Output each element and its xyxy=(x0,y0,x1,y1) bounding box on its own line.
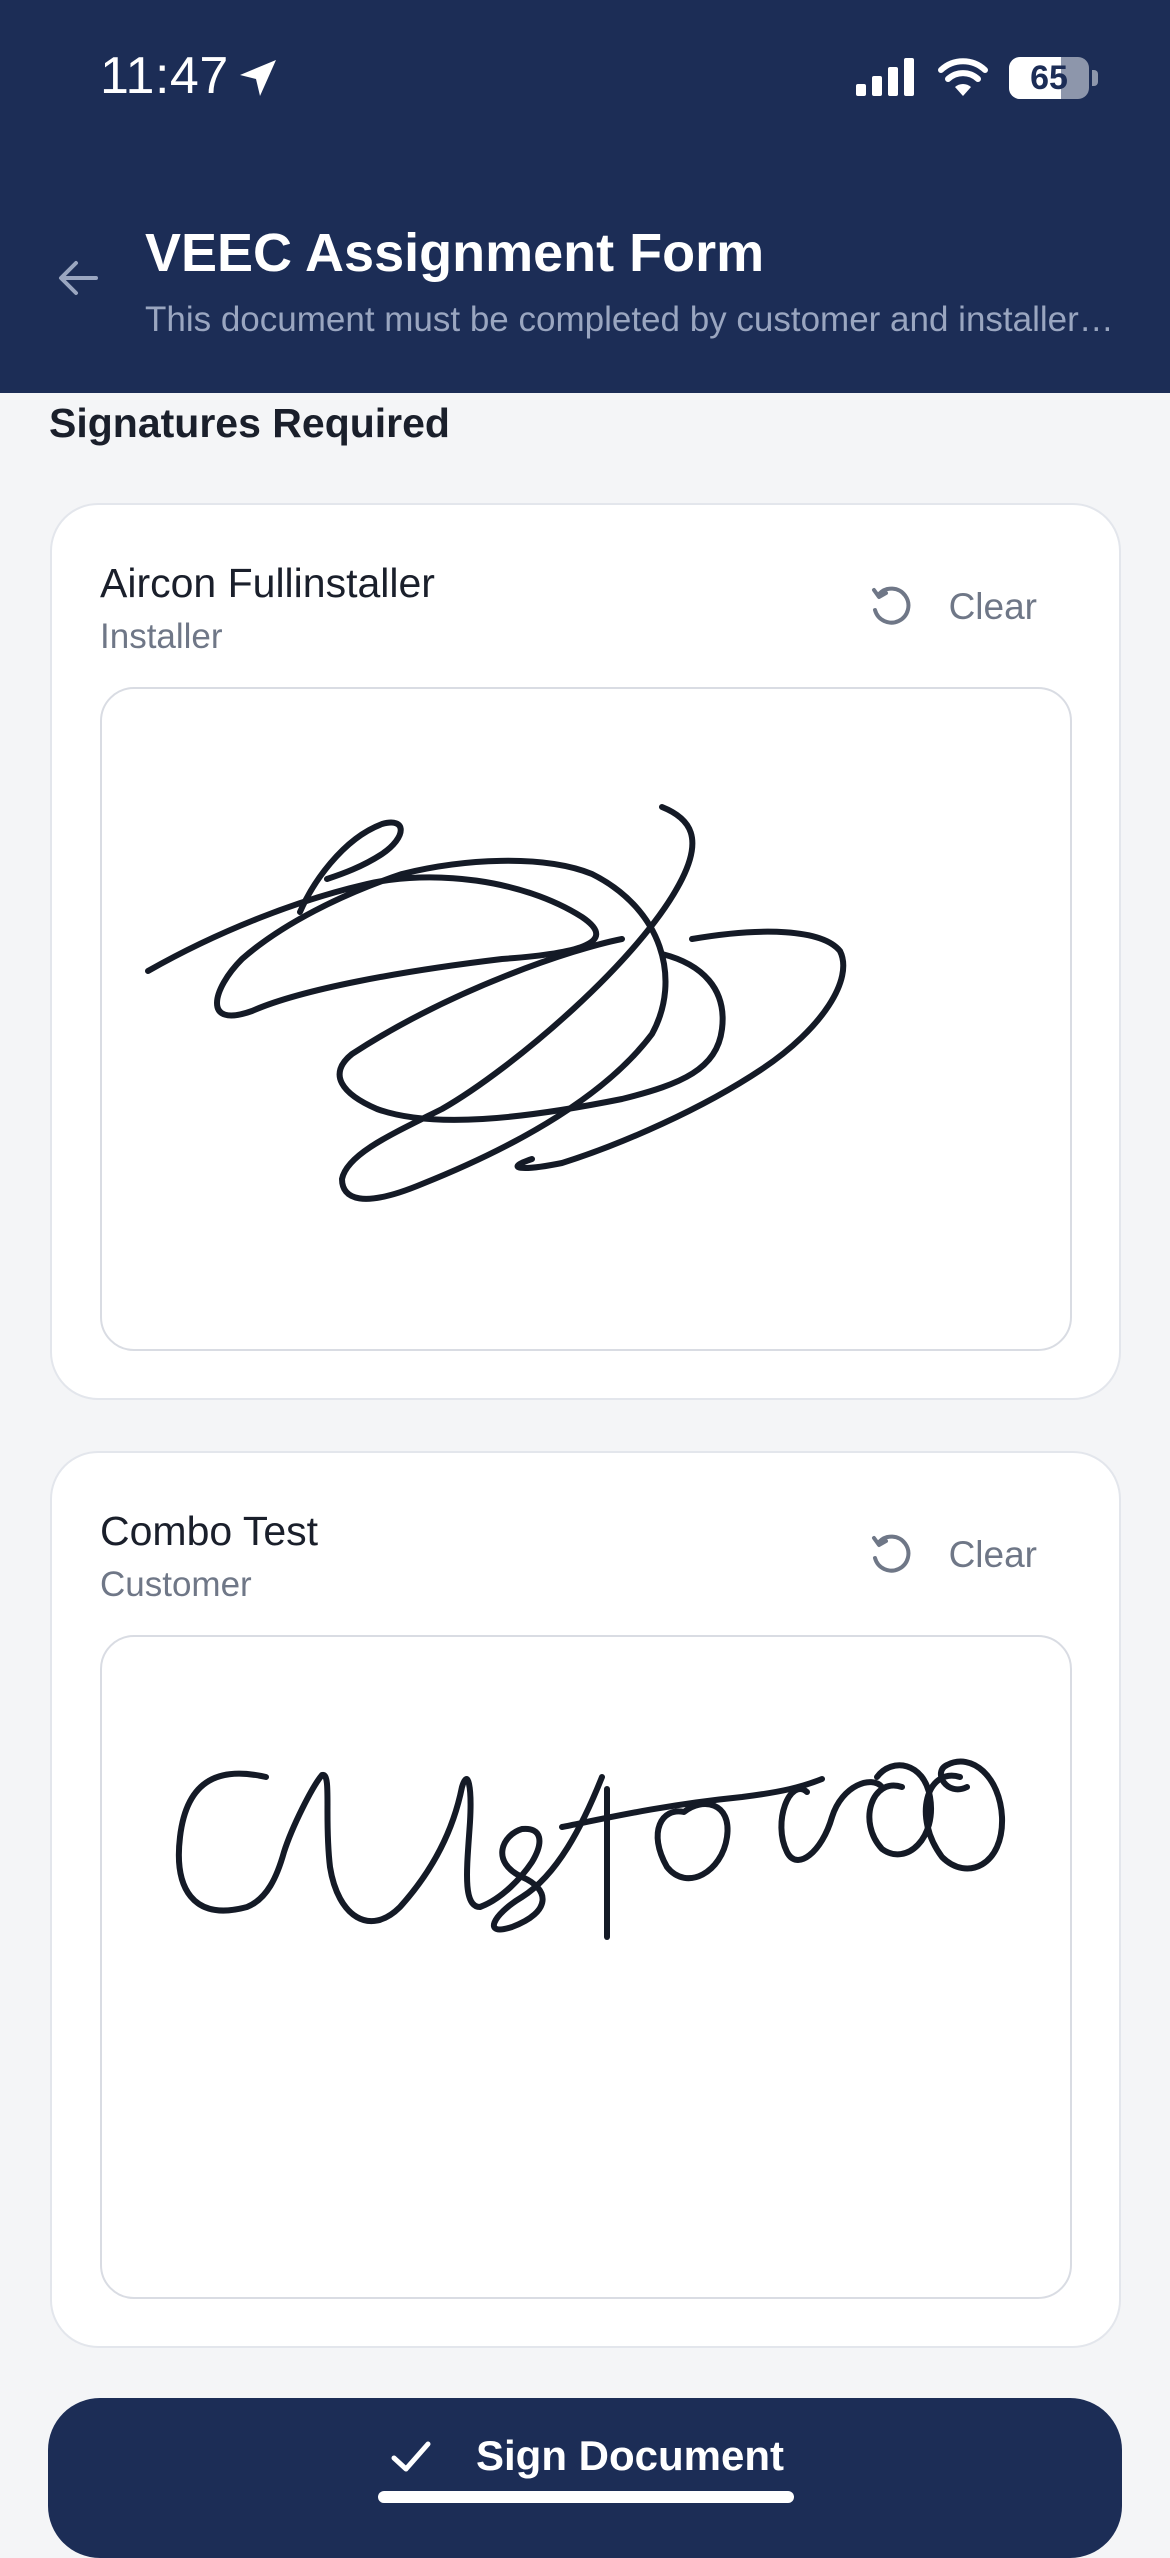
sign-document-button[interactable]: Sign Document xyxy=(48,2398,1122,2558)
signer-name: Aircon Fullinstaller xyxy=(100,560,435,606)
battery-icon: 65 xyxy=(1009,57,1089,99)
clear-label: Clear xyxy=(948,1534,1037,1575)
location-arrow-icon xyxy=(240,60,276,96)
wifi-icon xyxy=(938,58,988,96)
page-title: VEEC Assignment Form xyxy=(145,223,765,283)
clear-signature-button[interactable]: Clear xyxy=(869,1527,1037,1583)
battery-cap xyxy=(1092,70,1098,86)
signer-role: Installer xyxy=(100,617,223,656)
app-header: 11:47 65 VEEC Assignment Form This docum… xyxy=(0,0,1170,393)
signature-card-customer: Combo Test Customer Clear xyxy=(50,1451,1121,2348)
back-arrow-icon[interactable] xyxy=(50,250,106,306)
cellular-signal-icon xyxy=(856,58,914,96)
undo-icon xyxy=(871,586,910,625)
signer-name: Combo Test xyxy=(100,1508,319,1554)
signature-pad[interactable] xyxy=(100,687,1072,1351)
signature-card-installer: Aircon Fullinstaller Installer Clear xyxy=(50,503,1121,1400)
signature-stroke xyxy=(175,1758,1006,1940)
battery-percentage: 65 xyxy=(1030,59,1068,97)
checkmark-icon xyxy=(391,2441,431,2472)
page-subtitle: This document must be completed by custo… xyxy=(145,300,1115,339)
home-indicator[interactable] xyxy=(378,2491,794,2503)
signer-role: Customer xyxy=(100,1565,252,1604)
undo-icon xyxy=(871,1534,910,1573)
clear-label: Clear xyxy=(948,586,1037,627)
status-time: 11:47 xyxy=(100,47,229,105)
sign-document-label: Sign Document xyxy=(475,2432,784,2479)
clear-signature-button[interactable]: Clear xyxy=(869,579,1037,635)
section-heading: Signatures Required xyxy=(49,400,450,446)
signature-stroke xyxy=(145,804,847,1202)
signature-pad[interactable] xyxy=(100,1635,1072,2299)
